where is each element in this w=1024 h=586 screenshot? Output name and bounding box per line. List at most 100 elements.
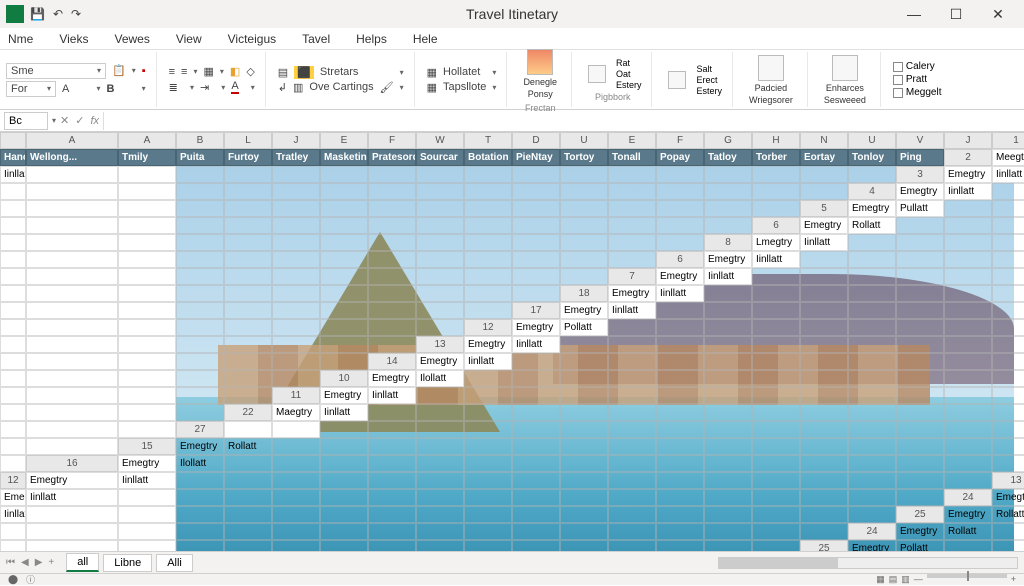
- cell[interactable]: [176, 353, 224, 370]
- cell[interactable]: [416, 404, 464, 421]
- cell[interactable]: [272, 217, 320, 234]
- ribbon-label[interactable]: Salt: [696, 64, 722, 74]
- cell[interactable]: Emegtry: [320, 387, 368, 404]
- cell[interactable]: [800, 251, 848, 268]
- row-header[interactable]: 24: [944, 489, 992, 506]
- cell[interactable]: [368, 217, 416, 234]
- header-cell[interactable]: PieNtay: [512, 149, 560, 166]
- cell[interactable]: [26, 523, 118, 540]
- row-header[interactable]: 10: [320, 370, 368, 387]
- header-cell[interactable]: Tratley: [272, 149, 320, 166]
- cell[interactable]: [464, 421, 512, 438]
- cell[interactable]: [944, 387, 992, 404]
- chevron-down-icon[interactable]: ▾: [142, 84, 146, 93]
- cell[interactable]: [118, 234, 176, 251]
- cell[interactable]: [944, 200, 992, 217]
- cell[interactable]: [992, 421, 1024, 438]
- cancel-icon[interactable]: ✕: [60, 114, 69, 127]
- menu-item[interactable]: Tavel: [298, 30, 334, 48]
- cell[interactable]: [0, 523, 26, 540]
- cell[interactable]: [656, 217, 704, 234]
- cell[interactable]: [896, 319, 944, 336]
- cell[interactable]: [704, 353, 752, 370]
- cell[interactable]: [560, 217, 608, 234]
- column-header[interactable]: F: [656, 132, 704, 149]
- cell[interactable]: [944, 370, 992, 387]
- cell[interactable]: [800, 472, 848, 489]
- cell[interactable]: [176, 370, 224, 387]
- cell[interactable]: [320, 472, 368, 489]
- cell[interactable]: [704, 506, 752, 523]
- cell[interactable]: [464, 285, 512, 302]
- cell[interactable]: [944, 319, 992, 336]
- cell[interactable]: [224, 353, 272, 370]
- cell[interactable]: Emegtry: [512, 319, 560, 336]
- cell[interactable]: Lmegtry: [752, 234, 800, 251]
- cell[interactable]: [272, 285, 320, 302]
- cell[interactable]: [0, 387, 26, 404]
- cell[interactable]: [464, 302, 512, 319]
- cell[interactable]: [176, 489, 224, 506]
- cell[interactable]: [896, 455, 944, 472]
- cell[interactable]: Iinllatt: [0, 166, 26, 183]
- cell[interactable]: [224, 166, 272, 183]
- cell[interactable]: [560, 353, 608, 370]
- cell[interactable]: [368, 285, 416, 302]
- cell[interactable]: [272, 166, 320, 183]
- cell[interactable]: [26, 183, 118, 200]
- cell[interactable]: [608, 200, 656, 217]
- cell[interactable]: [848, 336, 896, 353]
- sheet-tab[interactable]: all: [66, 553, 99, 572]
- cell[interactable]: [272, 319, 320, 336]
- paste-icon[interactable]: 📋: [112, 64, 126, 77]
- cell[interactable]: [464, 217, 512, 234]
- cell[interactable]: [464, 489, 512, 506]
- cell[interactable]: Emegtry: [0, 489, 26, 506]
- cell[interactable]: [800, 353, 848, 370]
- menu-item[interactable]: Vewes: [110, 30, 153, 48]
- ribbon-label[interactable]: Ove Cartings: [309, 81, 373, 93]
- menu-item[interactable]: Hele: [409, 30, 442, 48]
- cell[interactable]: [800, 387, 848, 404]
- cell[interactable]: [176, 268, 224, 285]
- merge-cells-icon[interactable]: ▥: [293, 81, 303, 94]
- cell[interactable]: [512, 200, 560, 217]
- cell[interactable]: [224, 455, 272, 472]
- column-header[interactable]: D: [512, 132, 560, 149]
- cell[interactable]: [320, 234, 368, 251]
- cell[interactable]: [0, 285, 26, 302]
- cell[interactable]: [896, 302, 944, 319]
- table-icon[interactable]: ▦: [427, 81, 437, 94]
- cell[interactable]: [272, 234, 320, 251]
- cell[interactable]: [224, 336, 272, 353]
- enter-icon[interactable]: ✓: [75, 114, 84, 127]
- cell[interactable]: [512, 404, 560, 421]
- cell[interactable]: [800, 183, 848, 200]
- cell[interactable]: [560, 506, 608, 523]
- cell[interactable]: Iinllatt: [656, 285, 704, 302]
- column-header[interactable]: E: [320, 132, 368, 149]
- cell[interactable]: [176, 302, 224, 319]
- cell[interactable]: [992, 455, 1024, 472]
- cell[interactable]: [800, 506, 848, 523]
- cell[interactable]: [224, 251, 272, 268]
- cell[interactable]: [176, 285, 224, 302]
- cell[interactable]: [656, 523, 704, 540]
- cell[interactable]: [608, 438, 656, 455]
- cell[interactable]: [26, 268, 118, 285]
- cell[interactable]: [656, 319, 704, 336]
- cell[interactable]: [464, 234, 512, 251]
- cell[interactable]: [656, 387, 704, 404]
- cell[interactable]: [800, 523, 848, 540]
- cell[interactable]: [752, 336, 800, 353]
- font-color-a-icon[interactable]: A: [231, 80, 238, 94]
- column-header[interactable]: L: [224, 132, 272, 149]
- cell[interactable]: [896, 370, 944, 387]
- decrease-icon[interactable]: A: [62, 83, 69, 95]
- cell[interactable]: [368, 438, 416, 455]
- cell[interactable]: [704, 404, 752, 421]
- cell[interactable]: [944, 217, 992, 234]
- row-header[interactable]: 6: [752, 217, 800, 234]
- cell[interactable]: [176, 506, 224, 523]
- tab-first-icon[interactable]: ⏮: [6, 557, 15, 568]
